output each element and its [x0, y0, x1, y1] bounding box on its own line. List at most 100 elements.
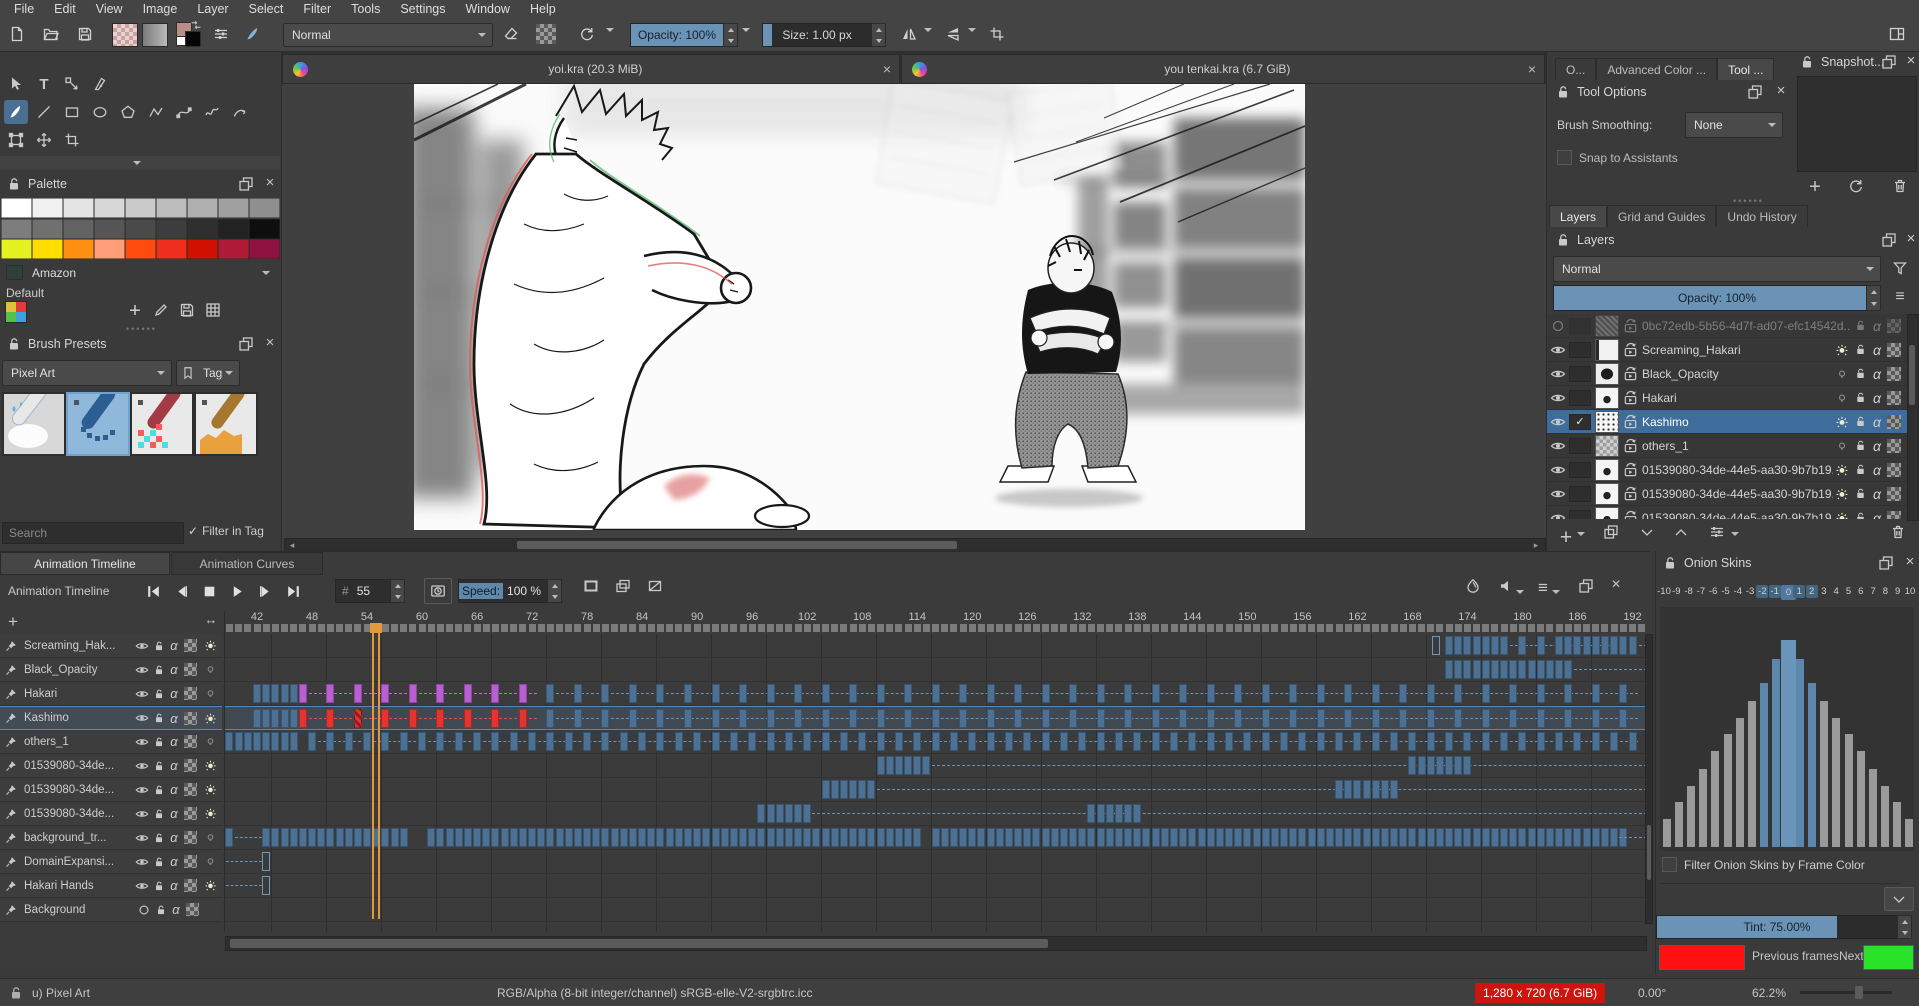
- keyframe[interactable]: [904, 709, 912, 728]
- keyframe[interactable]: [363, 828, 371, 847]
- ruler-tick[interactable]: [1510, 624, 1517, 632]
- document-tab[interactable]: you tenkai.kra (6.7 GiB) ×: [901, 54, 1545, 84]
- keyframe[interactable]: [1289, 709, 1297, 728]
- palette-swatch[interactable]: [156, 198, 187, 218]
- keyframe[interactable]: [1583, 636, 1591, 655]
- keyframe[interactable]: [491, 709, 499, 728]
- eye-icon[interactable]: [1547, 486, 1569, 502]
- keyframe[interactable]: [1390, 732, 1398, 751]
- mirror-vertical-button[interactable]: [940, 21, 966, 47]
- save-button[interactable]: [72, 21, 98, 47]
- keyframe[interactable]: [1463, 756, 1471, 775]
- delete-layer-button[interactable]: [1887, 524, 1909, 540]
- onion-opacity-bar[interactable]: [1820, 701, 1828, 847]
- eye-icon[interactable]: [133, 687, 151, 701]
- keyframe[interactable]: [464, 684, 472, 703]
- tint-slider[interactable]: Tint: 75.00%: [1656, 915, 1898, 939]
- palette-swatch[interactable]: [32, 198, 63, 218]
- keyframe[interactable]: [629, 709, 637, 728]
- palette-swatch[interactable]: [187, 219, 218, 239]
- keyframe[interactable]: [1418, 828, 1426, 847]
- keyframe[interactable]: [1198, 828, 1206, 847]
- keyframe[interactable]: [400, 732, 408, 751]
- ruler-tick[interactable]: [1290, 624, 1297, 632]
- keyframe[interactable]: [1023, 732, 1031, 751]
- status-memory-badge[interactable]: 1,280 x 720 (6.7 GiB): [1475, 983, 1605, 1003]
- keyframe[interactable]: [418, 732, 426, 751]
- ruler-tick[interactable]: [666, 624, 673, 632]
- keyframe[interactable]: [1207, 684, 1215, 703]
- timeline-row-track[interactable]: [225, 802, 1645, 826]
- filter-in-tag-checkbox[interactable]: ✓ Filter in Tag: [188, 524, 264, 538]
- keyframe[interactable]: [601, 828, 609, 847]
- palette-swatch[interactable]: [156, 239, 187, 259]
- keyframe[interactable]: [1262, 732, 1270, 751]
- keyframe[interactable]: [519, 828, 527, 847]
- alpha-icon[interactable]: α: [167, 830, 181, 845]
- keyframe[interactable]: [1445, 660, 1453, 679]
- keyframe[interactable]: [767, 828, 775, 847]
- eye-icon[interactable]: [1547, 510, 1569, 520]
- keyframe[interactable]: [757, 828, 765, 847]
- tab-animation-timeline[interactable]: Animation Timeline: [0, 552, 170, 575]
- menu-select[interactable]: Select: [239, 1, 294, 17]
- keyframe[interactable]: [473, 828, 481, 847]
- ruler-tick[interactable]: [1336, 624, 1343, 632]
- ruler-tick[interactable]: [987, 624, 994, 632]
- frame-spinner[interactable]: [390, 579, 405, 603]
- keyframe[interactable]: [1500, 732, 1508, 751]
- keyframe[interactable]: [546, 828, 554, 847]
- keyframe[interactable]: [1069, 709, 1077, 728]
- swap-colors-icon[interactable]: [190, 19, 202, 31]
- ruler-tick[interactable]: [850, 624, 857, 632]
- ruler-tick[interactable]: [639, 624, 646, 632]
- timeline-layer-row[interactable]: 01539080-34de...α: [0, 778, 222, 802]
- keyframe[interactable]: [1564, 709, 1572, 728]
- brush-settings-button[interactable]: [208, 21, 234, 47]
- keyframe[interactable]: [1564, 636, 1572, 655]
- keyframe[interactable]: [767, 804, 775, 823]
- pattern-chooser[interactable]: [112, 23, 138, 47]
- reload-preset-button[interactable]: [574, 21, 600, 47]
- keyframe[interactable]: [1170, 828, 1178, 847]
- stop-button[interactable]: [196, 578, 222, 604]
- inherit-alpha-icon[interactable]: [184, 663, 197, 676]
- keyframe[interactable]: [959, 684, 967, 703]
- tool-crop[interactable]: [60, 128, 84, 152]
- scroll-left-icon[interactable]: ◂: [287, 540, 297, 551]
- ruler-tick[interactable]: [1088, 624, 1095, 632]
- ruler-tick[interactable]: [318, 624, 325, 632]
- reload-dropdown[interactable]: [606, 32, 620, 46]
- keyframe[interactable]: [1298, 828, 1306, 847]
- timeline-row-track[interactable]: [225, 778, 1645, 802]
- timeline-row-track[interactable]: [225, 706, 1645, 730]
- ruler-tick[interactable]: [1262, 624, 1269, 632]
- onion-opacity-bar[interactable]: [1905, 819, 1913, 847]
- keyframe[interactable]: [1133, 804, 1141, 823]
- keyframe[interactable]: [987, 709, 995, 728]
- keyframe[interactable]: [473, 732, 481, 751]
- onion-opacity-bar[interactable]: [1796, 659, 1804, 847]
- keyframe[interactable]: [1601, 636, 1609, 655]
- keyframe[interactable]: [455, 828, 463, 847]
- keyframe[interactable]: [1087, 828, 1095, 847]
- keyframe[interactable]: [932, 732, 940, 751]
- onion-toggle-button[interactable]: [610, 578, 636, 594]
- layer-row[interactable]: 01539080-34de-44e5-aa30-9b7b19...α: [1547, 482, 1907, 506]
- keyframe[interactable]: [1353, 828, 1361, 847]
- keyframe[interactable]: [1427, 828, 1435, 847]
- palette-float-icon[interactable]: [238, 176, 254, 192]
- ruler-tick[interactable]: [932, 624, 939, 632]
- onion-skin-icon[interactable]: [200, 879, 220, 892]
- keyframe[interactable]: [271, 828, 279, 847]
- alpha-icon[interactable]: α: [1869, 414, 1885, 430]
- keyframe[interactable]: [1262, 828, 1270, 847]
- keyframe[interactable]: [1473, 660, 1481, 679]
- keyframe[interactable]: [491, 684, 499, 703]
- keyframe[interactable]: [1445, 732, 1453, 751]
- keyframe[interactable]: [1097, 709, 1105, 728]
- palette-swatch[interactable]: [63, 198, 94, 218]
- ruler-tick[interactable]: [1308, 624, 1315, 632]
- onion-skin-icon[interactable]: [200, 639, 220, 652]
- keyframe[interactable]: [1344, 828, 1352, 847]
